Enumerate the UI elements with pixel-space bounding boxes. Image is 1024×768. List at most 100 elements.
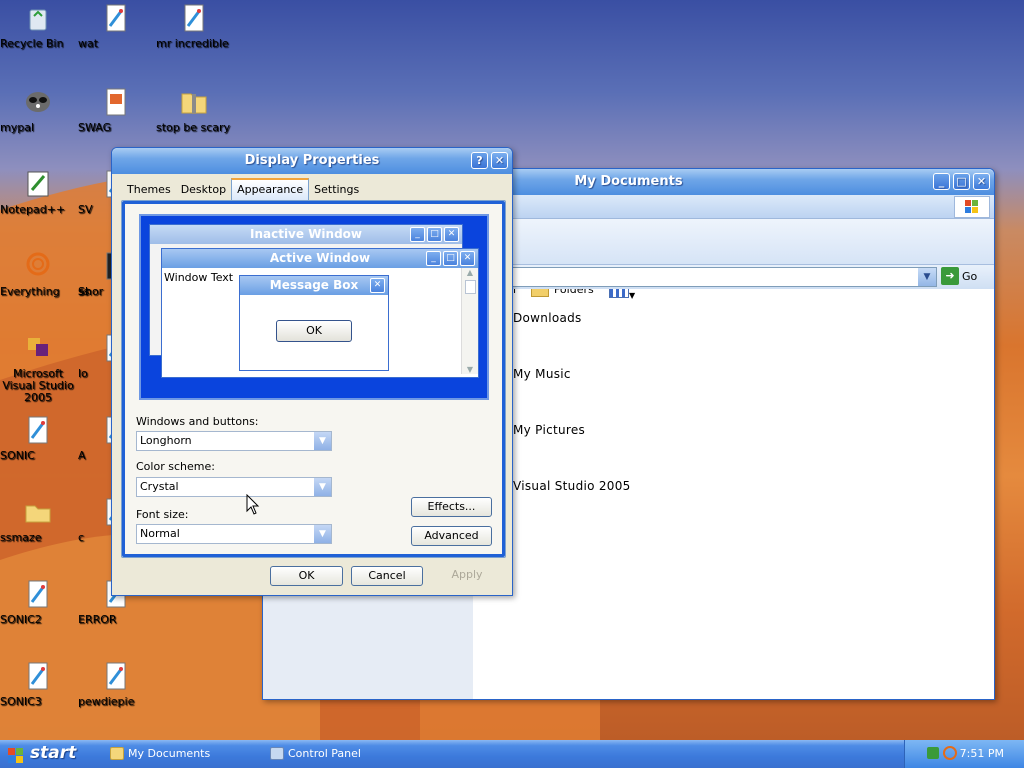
tab-desktop[interactable]: Desktop <box>176 180 231 200</box>
desktop-icon-ssmaze[interactable]: ssmaze <box>0 496 76 544</box>
taskbar-item-control-panel[interactable]: Control Panel <box>268 743 418 765</box>
desktop-icon-stop-be-scary[interactable]: stop be scary <box>156 86 232 134</box>
maximize-icon: □ <box>443 251 458 266</box>
cancel-button[interactable]: Cancel <box>351 566 423 586</box>
system-tray: 7:51 PM <box>904 740 1024 768</box>
zip-folder-icon <box>178 86 210 118</box>
tab-appearance[interactable]: Appearance <box>231 178 310 200</box>
address-input[interactable]: ▼ <box>507 267 937 287</box>
folder-item-visual-studio-2005[interactable]: Visual Studio 2005 <box>491 473 631 499</box>
start-label: start <box>30 743 77 763</box>
desktop-icon-sonic2[interactable]: SONIC2 <box>0 578 76 626</box>
tab-themes[interactable]: Themes <box>122 180 176 200</box>
desktop-icon-mypal[interactable]: mypal <box>0 86 76 134</box>
close-button[interactable]: ✕ <box>491 152 508 169</box>
clock: 7:51 PM <box>959 747 1004 760</box>
display-properties-titlebar[interactable]: Display Properties ? ✕ <box>112 148 512 174</box>
desktop-icon-sonic[interactable]: SONIC <box>0 414 76 462</box>
chevron-down-icon[interactable]: ▼ <box>314 478 331 496</box>
preview-scrollbar: ▲ ▼ <box>461 268 478 374</box>
effects-button[interactable]: Effects... <box>411 497 492 517</box>
preview-message-title: Message Box <box>240 276 388 295</box>
go-arrow-icon: ➜ <box>941 267 959 285</box>
paint-file-icon <box>178 2 210 34</box>
ok-button[interactable]: OK <box>270 566 343 586</box>
desktop-icon-mr-incredible[interactable]: mr incredible <box>156 2 232 50</box>
close-button[interactable]: ✕ <box>973 173 990 190</box>
color-scheme-select[interactable]: Crystal ▼ <box>136 477 332 497</box>
dialog-title: Display Properties <box>244 153 380 168</box>
windows-buttons-select[interactable]: Longhorn ▼ <box>136 431 332 451</box>
advanced-button[interactable]: Advanced <box>411 526 492 546</box>
appearance-panel: Inactive Window _ □ ✕ Active Window _ □ ✕ Wi… <box>121 200 506 558</box>
maximize-icon: □ <box>427 227 442 242</box>
color-scheme-value: Crystal <box>140 480 179 493</box>
close-icon: ✕ <box>370 278 385 293</box>
close-icon: ✕ <box>444 227 459 242</box>
minimize-icon: _ <box>426 251 441 266</box>
tab-strip: Themes Desktop Appearance Settings <box>122 178 364 200</box>
desktop-icon-visual-studio[interactable]: Microsoft Visual Studio 2005 <box>0 332 76 404</box>
minimize-icon: _ <box>410 227 425 242</box>
folder-name: My Music <box>513 367 571 381</box>
font-size-value: Normal <box>140 527 180 540</box>
desktop-icon-sonic3[interactable]: SONIC3 <box>0 660 76 708</box>
desktop-icon-pewdiepie[interactable]: pewdiepie <box>78 660 154 708</box>
desktop-icon-recycle-bin[interactable]: Recycle Bin <box>0 2 76 50</box>
close-icon: ✕ <box>460 251 475 266</box>
chevron-down-icon[interactable]: ▼ <box>314 432 331 450</box>
preview-window-text: Window Text <box>164 271 234 284</box>
display-properties-dialog[interactable]: Display Properties ? ✕ Themes Desktop Ap… <box>111 147 513 596</box>
taskbar-item-my-documents[interactable]: My Documents <box>108 743 258 765</box>
desktop-icon-label: c <box>78 531 85 544</box>
paint-file-icon <box>22 660 54 692</box>
folder-item-my-pictures[interactable]: My Pictures <box>491 417 585 443</box>
minimize-button[interactable]: _ <box>933 173 950 190</box>
desktop-icon-label: Recycle Bin <box>0 37 64 50</box>
go-label: Go <box>962 270 978 283</box>
font-size-select[interactable]: Normal ▼ <box>136 524 332 544</box>
taskbar-item-label: Control Panel <box>288 747 361 760</box>
desktop-icon-notepadpp[interactable]: Notepad++ <box>0 168 76 216</box>
folder-item-my-music[interactable]: My Music <box>491 361 571 387</box>
window-title: My Documents <box>574 174 683 189</box>
folder-name: Visual Studio 2005 <box>513 479 631 493</box>
desktop-icon-label: Notepad++ <box>0 203 66 216</box>
network-icon[interactable] <box>927 747 939 759</box>
windows-buttons-value: Longhorn <box>140 434 192 447</box>
start-button[interactable]: start <box>0 740 82 768</box>
desktop-icon-label: SONIC3 <box>0 695 42 708</box>
chevron-down-icon[interactable]: ▼ <box>918 268 936 286</box>
desktop-icon-label: ssmaze <box>0 531 42 544</box>
maximize-button[interactable]: □ <box>953 173 970 190</box>
desktop-icon-swag[interactable]: SWAG <box>78 86 154 134</box>
desktop-icon-label: mr incredible <box>156 37 229 50</box>
desktop-icon-label: stop be scary <box>156 121 231 134</box>
folder-icon <box>110 747 124 760</box>
taskbar: start My Documents Control Panel 7:51 PM <box>0 740 1024 768</box>
desktop-icon-wat[interactable]: wat <box>78 2 154 50</box>
everything-search-icon[interactable] <box>943 746 957 760</box>
paint-file-icon <box>100 2 132 34</box>
folder-name: Downloads <box>513 311 582 325</box>
folder-item-downloads[interactable]: Downloads <box>491 305 582 331</box>
folder-icon <box>22 496 54 528</box>
apply-button[interactable]: Apply <box>431 566 503 586</box>
desktop-icon-label: mypal <box>0 121 35 134</box>
appearance-preview: Inactive Window _ □ ✕ Active Window _ □ ✕ Wi… <box>139 214 489 400</box>
desktop-icon-label: Microsoft Visual Studio 2005 <box>2 367 74 404</box>
tab-settings[interactable]: Settings <box>309 180 364 200</box>
paint-file-icon <box>100 660 132 692</box>
control-panel-icon <box>270 747 284 760</box>
go-button[interactable]: ➜ Go <box>941 267 991 287</box>
windows-buttons-label: Windows and buttons: <box>136 415 259 428</box>
desktop-icon-everything[interactable]: Everything <box>0 250 76 298</box>
font-size-label: Font size: <box>136 508 189 521</box>
chevron-down-icon[interactable]: ▼ <box>314 525 331 543</box>
desktop-icon-label: SWAG <box>78 121 112 134</box>
windows-flag-icon <box>8 746 24 763</box>
notepadplusplus-icon <box>22 168 54 200</box>
help-button[interactable]: ? <box>471 152 488 169</box>
image-file-icon <box>100 86 132 118</box>
everything-search-icon <box>22 250 54 282</box>
